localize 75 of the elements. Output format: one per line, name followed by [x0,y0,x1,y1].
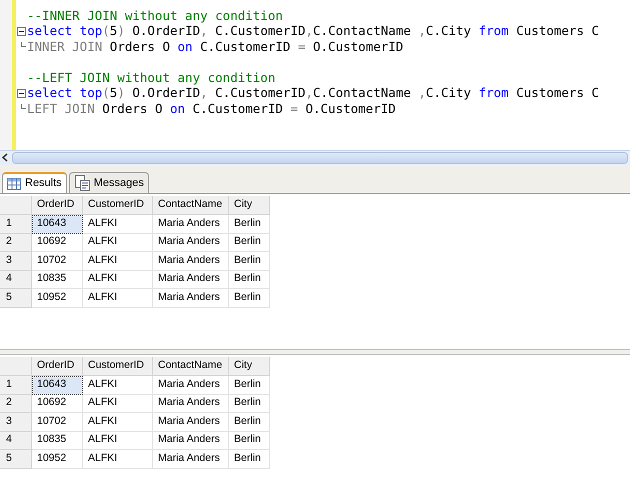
table-cell: ALFKI [83,376,153,394]
scrollbar-thumb[interactable] [12,152,628,164]
code-line: LEFT JOIN Orders O on C.CustomerID = O.CustomerID [27,102,396,115]
row-header[interactable]: 4 [0,270,32,289]
table-cell: 10702 [32,413,83,432]
column-header[interactable]: ContactName [153,196,229,215]
document-icon [74,175,90,191]
table-cell: ALFKI [83,215,153,234]
column-header[interactable]: ContactName [153,357,229,376]
table-cell: Maria Anders [153,252,229,270]
table-cell: Berlin [229,234,270,252]
table-cell: Berlin [229,252,270,270]
table-cell: Maria Anders [153,289,229,308]
table-cell: ALFKI [83,394,153,413]
code-line: --LEFT JOIN without any condition [27,72,276,84]
table-cell: Maria Anders [153,394,229,413]
table-cell: Berlin [229,432,270,450]
row-header[interactable]: 4 [0,432,32,450]
code-line: --INNER JOIN without any condition [27,10,283,22]
result-tab[interactable]: Results [2,172,67,193]
row-header[interactable]: 1 [0,376,32,394]
column-header[interactable]: CustomerID [83,196,153,215]
table-cell: ALFKI [83,234,153,252]
column-header[interactable]: City [229,357,270,376]
row-header[interactable]: 3 [0,413,32,432]
row-header[interactable]: 3 [0,252,32,270]
table-cell: 10835 [32,270,83,289]
table-cell: 10692 [32,234,83,252]
row-header[interactable]: 5 [0,450,32,468]
row-header[interactable]: 2 [0,234,32,252]
table-cell: Maria Anders [153,432,229,450]
table-cell: Berlin [229,413,270,432]
table-cell: 10835 [32,432,83,450]
table-cell: ALFKI [83,413,153,432]
row-header[interactable]: 5 [0,289,32,308]
column-header[interactable]: City [229,196,270,215]
row-header[interactable]: 2 [0,394,32,413]
grid-corner [0,196,32,215]
table-cell: Maria Anders [153,215,229,234]
column-header[interactable]: OrderID [32,357,83,376]
horizontal-scrollbar[interactable] [0,150,630,165]
table-cell: 10702 [32,252,83,270]
table-cell: 10643 [32,215,83,234]
table-cell: Berlin [229,215,270,234]
table-cell: ALFKI [83,270,153,289]
grid-icon [7,178,21,190]
table-cell: Berlin [229,450,270,468]
code-line: select top(5) O.OrderID, C.CustomerID,C.ContactName ,C.City from Customers C [27,87,600,100]
code-line: INNER JOIN Orders O on C.CustomerID = O.CustomerID [27,40,404,53]
table-cell: Maria Anders [153,234,229,252]
table-cell: ALFKI [83,432,153,450]
row-header[interactable]: 1 [0,215,32,234]
table-cell: Berlin [229,270,270,289]
column-header[interactable]: OrderID [32,196,83,215]
table-cell: 10952 [32,289,83,308]
table-cell: 10643 [32,376,83,394]
column-header[interactable]: CustomerID [83,357,153,376]
scroll-left-icon[interactable] [0,151,10,164]
table-cell: Maria Anders [153,270,229,289]
table-cell: ALFKI [83,289,153,308]
table-cell: ALFKI [83,450,153,468]
collapse-icon[interactable] [17,26,26,36]
table-cell: Maria Anders [153,450,229,468]
collapse-icon[interactable] [17,88,26,98]
result-tab[interactable]: Messages [68,172,149,193]
table-cell: Berlin [229,394,270,413]
table-cell: Maria Anders [153,376,229,394]
table-cell: Berlin [229,289,270,308]
table-cell: Maria Anders [153,413,229,432]
table-cell: Berlin [229,376,270,394]
grid-corner [0,357,32,376]
table-cell: 10692 [32,394,83,413]
code-line: select top(5) O.OrderID, C.CustomerID,C.ContactName ,C.City from Customers C [27,25,600,38]
table-cell: ALFKI [83,252,153,270]
table-cell: 10952 [32,450,83,468]
